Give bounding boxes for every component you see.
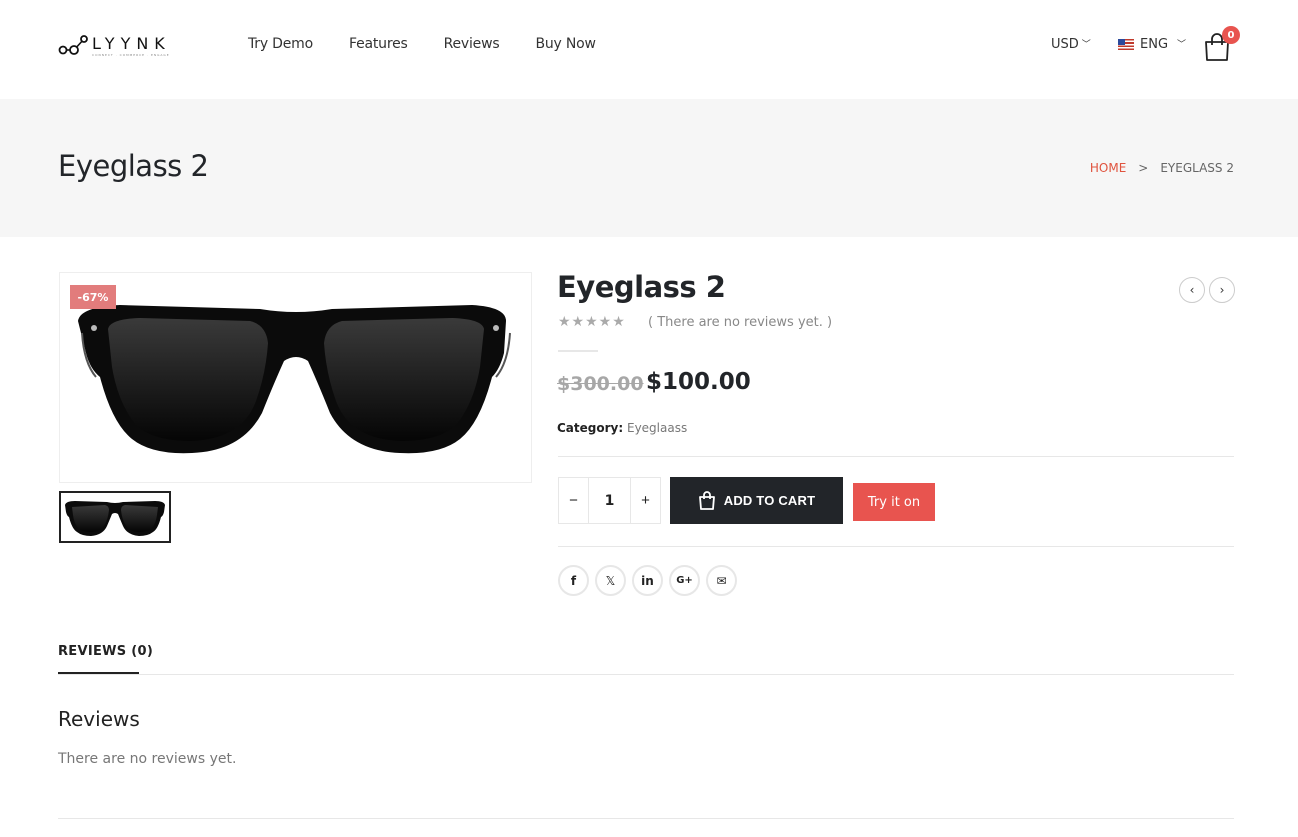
product-main-image[interactable]: -67% xyxy=(59,272,532,483)
currency-label: USD xyxy=(1051,37,1079,52)
sunglasses-thumbnail-image xyxy=(65,501,165,536)
language-switcher[interactable]: ENG ﹀ xyxy=(1118,37,1186,52)
add-to-cart-label: ADD TO CART xyxy=(723,493,816,508)
us-flag-icon xyxy=(1118,39,1134,50)
breadcrumb-separator: > xyxy=(1138,161,1149,175)
breadcrumb-current: EYEGLASS 2 xyxy=(1160,161,1234,175)
category-label: Category: xyxy=(557,421,624,435)
currency-switcher[interactable]: USD ﹀ xyxy=(1051,37,1091,52)
chevron-left-icon: ‹ xyxy=(1189,283,1195,297)
logo-mark-icon xyxy=(58,35,88,55)
linkedin-icon[interactable]: in xyxy=(632,565,663,596)
rating-stars: ★★★★★ xyxy=(558,314,626,330)
page-title: Eyeglass 2 xyxy=(58,149,209,183)
product-thumbnail[interactable] xyxy=(59,491,171,543)
page-title-banner: Eyeglass 2 HOME > EYEGLASS 2 xyxy=(0,99,1298,237)
nav-reviews[interactable]: Reviews xyxy=(444,36,500,52)
product-nav: ‹ › xyxy=(1179,277,1235,303)
cart-count-badge: 0 xyxy=(1222,26,1240,44)
next-product-button[interactable]: › xyxy=(1209,277,1235,303)
facebook-icon[interactable]: f xyxy=(558,565,589,596)
product-category: Category: Eyeglaass xyxy=(557,421,687,435)
old-price: $300.00 xyxy=(557,373,644,395)
nav-try-demo[interactable]: Try Demo xyxy=(248,36,313,52)
qty-increase-button[interactable]: + xyxy=(631,478,660,523)
google-plus-icon[interactable]: G+ xyxy=(669,565,700,596)
nav-buy-now[interactable]: Buy Now xyxy=(535,36,596,52)
sale-badge: -67% xyxy=(70,285,116,309)
title-divider xyxy=(558,350,598,352)
add-to-cart-button[interactable]: ADD TO CART xyxy=(670,477,843,524)
category-link[interactable]: Eyeglaass xyxy=(627,421,687,435)
logo-text: LYYNK xyxy=(92,34,171,53)
qty-decrease-button[interactable]: − xyxy=(559,478,588,523)
tab-divider xyxy=(58,674,1234,675)
divider xyxy=(558,546,1234,547)
chevron-down-icon: ﹀ xyxy=(1081,40,1091,50)
tab-reviews[interactable]: REVIEWS (0) xyxy=(58,644,153,659)
site-logo[interactable]: LYYNK CONNECT · COMMERCE · ENGAGE xyxy=(58,32,178,60)
breadcrumb-home[interactable]: HOME xyxy=(1090,161,1126,175)
qty-input[interactable] xyxy=(588,478,631,523)
breadcrumb: HOME > EYEGLASS 2 xyxy=(1090,161,1234,175)
chevron-down-icon: ﹀ xyxy=(1177,40,1187,50)
divider xyxy=(558,456,1234,457)
prev-product-button[interactable]: ‹ xyxy=(1179,277,1205,303)
share-links: f 𝕏 in G+ ✉ xyxy=(558,565,737,596)
try-it-on-button[interactable]: Try it on xyxy=(853,483,935,521)
reviews-heading: Reviews xyxy=(58,707,140,731)
x-icon[interactable]: 𝕏 xyxy=(595,565,626,596)
email-icon[interactable]: ✉ xyxy=(706,565,737,596)
nav-features[interactable]: Features xyxy=(349,36,408,52)
language-label: ENG xyxy=(1140,37,1169,52)
main-nav: Try Demo Features Reviews Buy Now xyxy=(248,36,632,52)
reviews-link[interactable]: ( There are no reviews yet. ) xyxy=(648,315,832,330)
no-reviews-text: There are no reviews yet. xyxy=(58,751,237,767)
sunglasses-image xyxy=(78,305,511,454)
chevron-right-icon: › xyxy=(1219,283,1225,297)
quantity-stepper: − + xyxy=(558,477,661,524)
divider xyxy=(58,818,1234,819)
site-header: LYYNK CONNECT · COMMERCE · ENGAGE Try De… xyxy=(0,0,1298,99)
sale-price: $100.00 xyxy=(646,369,751,395)
shopping-bag-icon xyxy=(698,490,715,510)
product-title: Eyeglass 2 xyxy=(557,270,726,304)
logo-tagline: CONNECT · COMMERCE · ENGAGE xyxy=(92,53,170,57)
